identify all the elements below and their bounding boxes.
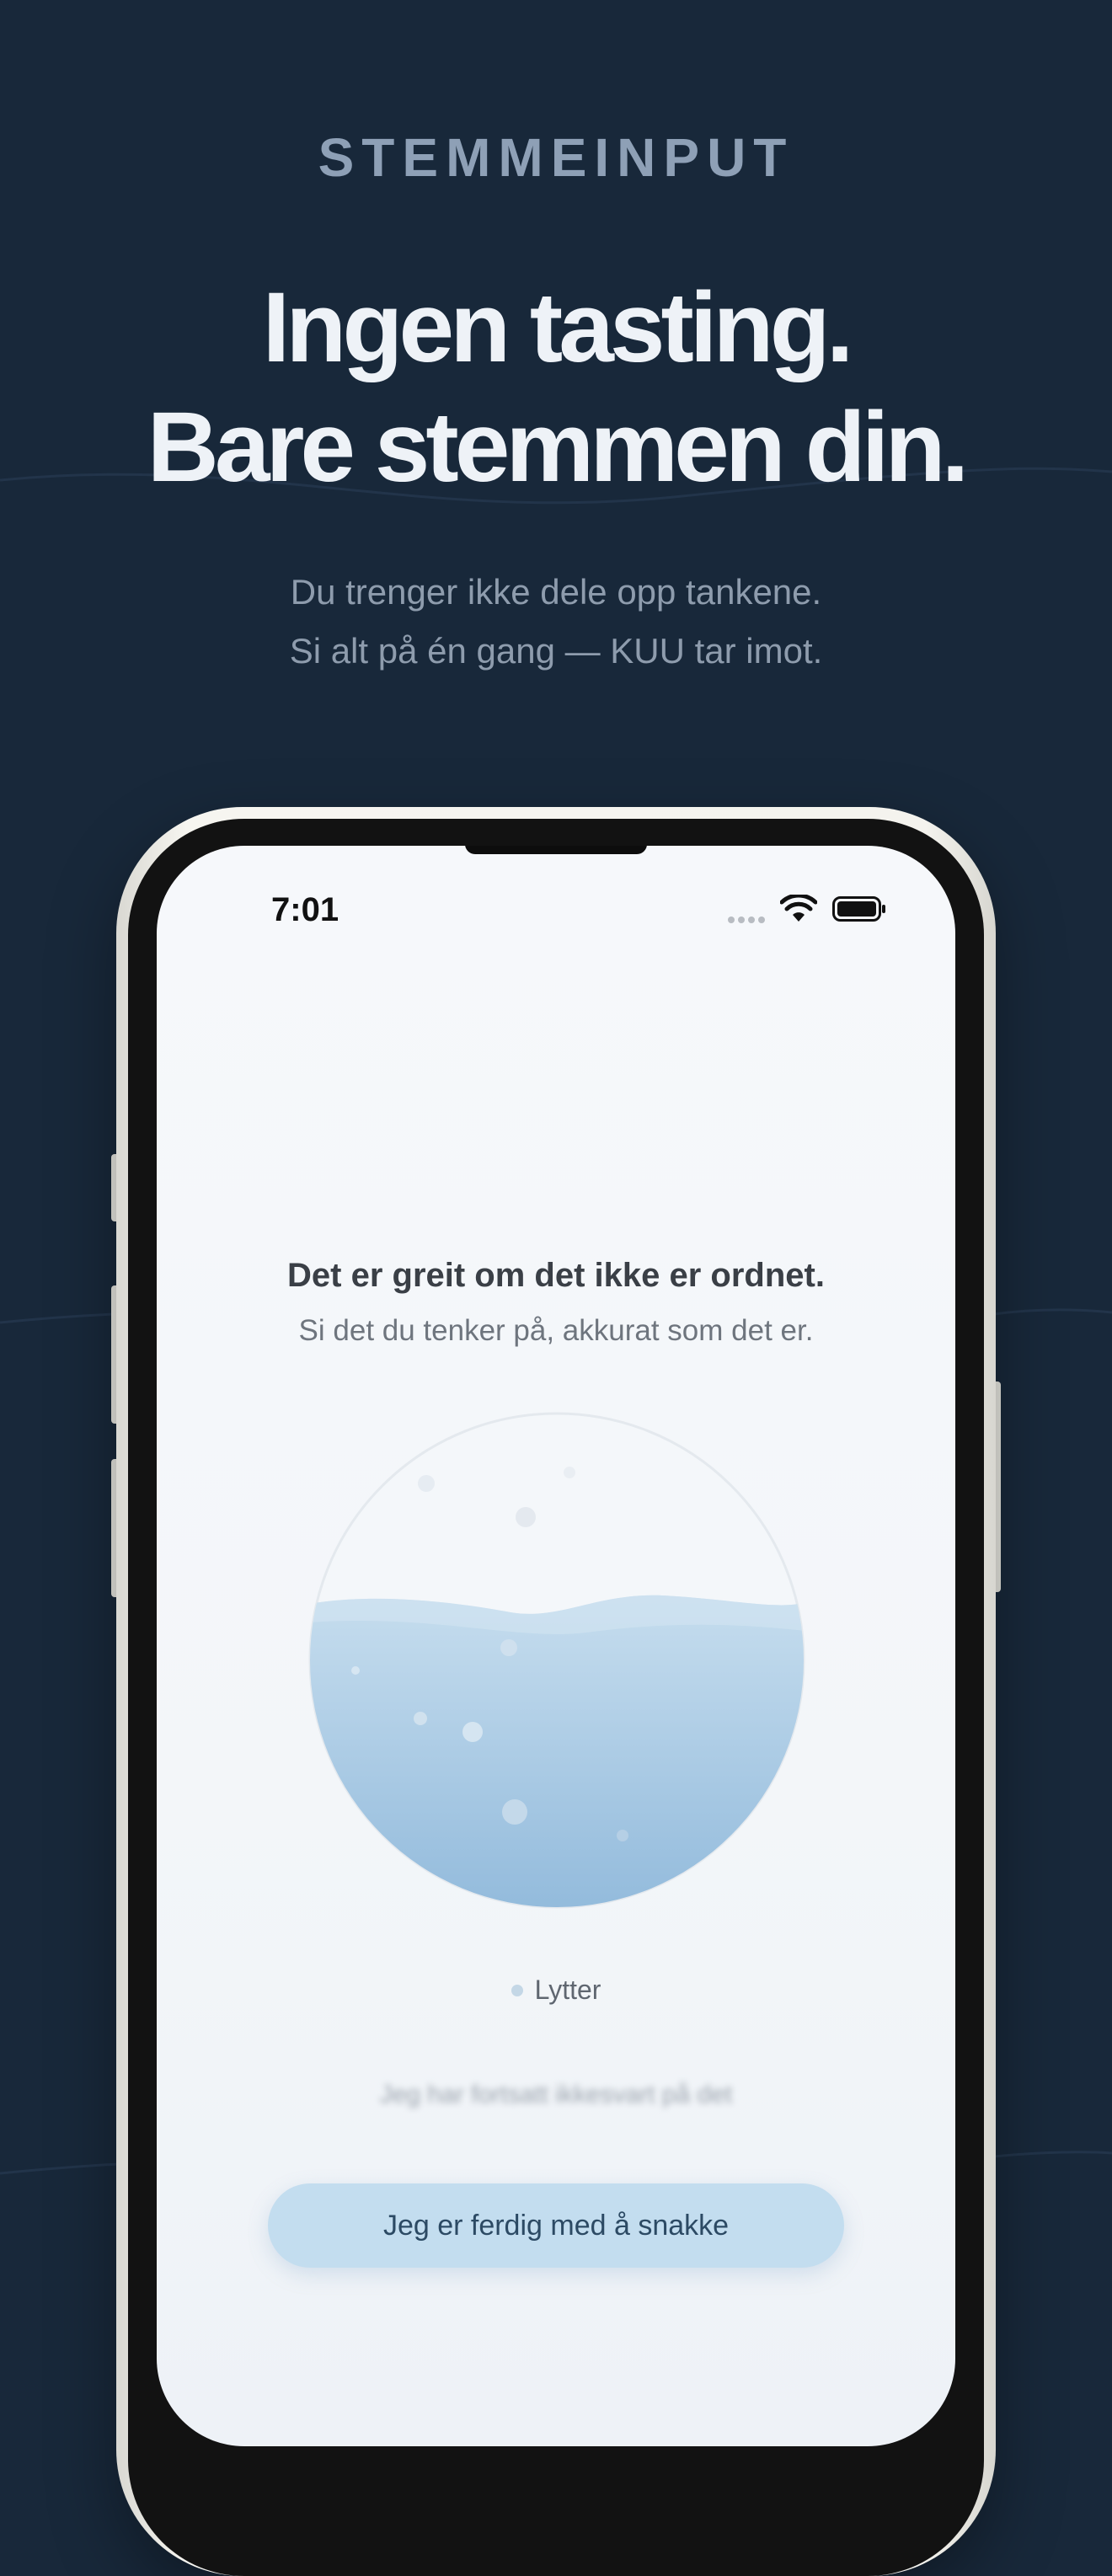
section-eyebrow: STEMMEINPUT (318, 127, 794, 188)
status-bar-time: 7:01 (271, 891, 339, 928)
headline-line-2: Bare stemmen din. (147, 392, 970, 503)
voice-water-orb (308, 1412, 805, 1909)
subtitle-line-1: Du trenger ikke dele opp tankene. (290, 572, 822, 612)
headline-line-1: Ingen tasting. (262, 272, 854, 383)
page-headline: Ingen tasting. Bare stemmen din. (0, 268, 1112, 507)
subtitle-line-2: Si alt på én gang — KUU tar imot. (289, 631, 823, 671)
phone-notch (465, 846, 647, 854)
live-transcript: Jeg har fortsatt ikkesvart på det (379, 2081, 733, 2108)
phone-screen: 7:01 Det er greit om det ikke er ordnet.… (157, 846, 955, 2446)
listening-status-label: Lytter (534, 1975, 601, 2005)
prompt-subtitle: Si det du tenker på, akkurat som det er. (298, 1314, 814, 1347)
listening-status: Lytter (157, 1975, 955, 2006)
battery-icon (832, 896, 885, 922)
done-speaking-button[interactable]: Jeg er ferdig med å snakke (268, 2183, 844, 2268)
listening-indicator-dot (511, 1984, 523, 1996)
page-subtitle: Du trenger ikke dele opp tankene. Si alt… (0, 563, 1112, 681)
wifi-icon (780, 895, 817, 922)
prompt-title: Det er greit om det ikke er ordnet. (287, 1257, 825, 1294)
signal-dots-icon (728, 917, 765, 923)
